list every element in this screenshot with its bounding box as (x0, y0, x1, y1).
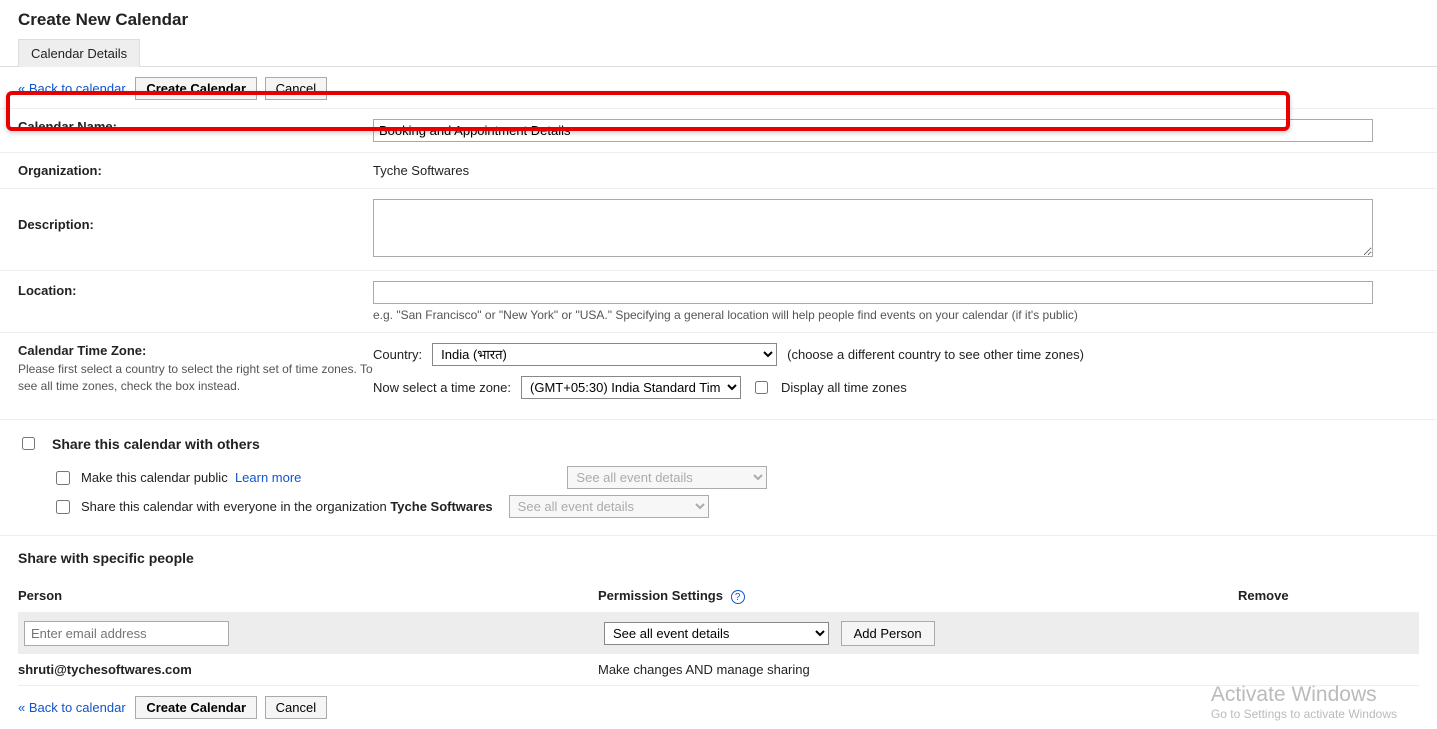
organization-label: Organization: (18, 163, 102, 178)
back-to-calendar-link-bottom[interactable]: « Back to calendar (18, 700, 126, 715)
email-input[interactable] (24, 621, 229, 646)
col-person-header: Person (18, 588, 598, 603)
location-input[interactable] (373, 281, 1373, 304)
learn-more-link[interactable]: Learn more (235, 470, 301, 485)
person-email: shruti@tychesoftwares.com (18, 662, 598, 677)
display-all-timezones-label: Display all time zones (781, 380, 907, 395)
header: Create New Calendar Calendar Details (0, 0, 1437, 67)
help-icon[interactable]: ? (731, 590, 745, 604)
cancel-button-bottom[interactable]: Cancel (265, 696, 327, 719)
share-specific-title: Share with specific people (18, 550, 1419, 566)
location-hint: e.g. "San Francisco" or "New York" or "U… (373, 308, 1419, 322)
add-person-button[interactable]: Add Person (841, 621, 935, 646)
share-org-label: Share this calendar with everyone in the… (81, 499, 387, 514)
add-person-row: See all event details Add Person (18, 613, 1419, 654)
share-org-name: Tyche Softwares (390, 499, 492, 514)
share-with-others-title: Share this calendar with others (52, 436, 260, 452)
timezone-label: Calendar Time Zone: (18, 343, 146, 358)
description-textarea[interactable] (373, 199, 1373, 257)
person-permission: Make changes AND manage sharing (598, 662, 1238, 677)
table-header-row: Person Permission Settings ? Remove (18, 580, 1419, 613)
share-with-others-checkbox[interactable] (22, 437, 35, 450)
description-label: Description: (18, 217, 94, 232)
country-select[interactable]: India (भारत) (432, 343, 777, 366)
create-calendar-button-bottom[interactable]: Create Calendar (135, 696, 257, 719)
make-public-label: Make this calendar public (81, 470, 228, 485)
timezone-select-label: Now select a time zone: (373, 380, 511, 395)
share-org-checkbox[interactable] (56, 500, 70, 514)
highlight-callout (6, 91, 1290, 131)
org-visibility-select: See all event details (509, 495, 709, 518)
timezone-select[interactable]: (GMT+05:30) India Standard Time (521, 376, 741, 399)
table-row: shruti@tychesoftwares.com Make changes A… (18, 654, 1419, 686)
organization-value: Tyche Softwares (373, 163, 469, 178)
make-public-checkbox[interactable] (56, 471, 70, 485)
public-visibility-select: See all event details (567, 466, 767, 489)
col-permission-header: Permission Settings (598, 588, 723, 603)
country-label: Country: (373, 347, 422, 362)
col-remove-header: Remove (1238, 588, 1419, 603)
tab-calendar-details[interactable]: Calendar Details (18, 39, 140, 67)
page-title: Create New Calendar (18, 10, 1419, 30)
timezone-sublabel: Please first select a country to select … (18, 361, 373, 395)
location-label: Location: (18, 283, 77, 298)
permission-select[interactable]: See all event details (604, 622, 829, 645)
activate-windows-watermark: Activate Windows Go to Settings to activ… (1211, 683, 1397, 721)
display-all-timezones-checkbox[interactable] (755, 381, 768, 394)
country-hint: (choose a different country to see other… (787, 347, 1084, 362)
